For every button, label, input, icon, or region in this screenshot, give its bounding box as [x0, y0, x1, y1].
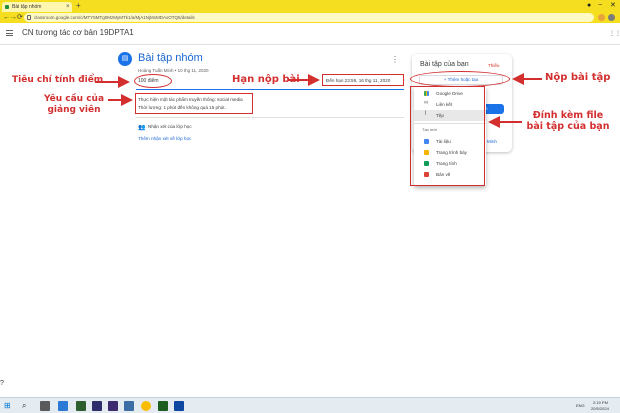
clock-date[interactable]: 20/5/2024 — [591, 406, 609, 411]
search-icon[interactable]: ⌕ — [22, 401, 32, 411]
app-icon[interactable] — [76, 401, 86, 411]
app-icon[interactable] — [158, 401, 168, 411]
annotation-line: giảng viên — [47, 105, 101, 115]
annotation-line: bài tập của bạn — [526, 121, 610, 132]
annotation-line: Yêu cầu của — [43, 94, 105, 104]
clock-time[interactable]: 2:19 PM — [593, 400, 608, 405]
chrome-icon[interactable] — [141, 401, 151, 411]
app-icon[interactable] — [174, 401, 184, 411]
file-explorer-icon[interactable] — [58, 401, 68, 411]
language-indicator[interactable]: ENG — [576, 403, 585, 408]
task-view-icon[interactable] — [40, 401, 50, 411]
annotation-arrows — [95, 73, 542, 128]
annotation-requirements: Yêu cầu của giảng viên — [40, 94, 108, 116]
annotation-deadline: Hạn nộp bài — [232, 74, 300, 85]
app-icon[interactable] — [124, 401, 134, 411]
windows-taskbar: ⊞ ⌕ ENG 2:19 PM 20/5/2024 — [0, 397, 620, 413]
help-icon[interactable]: ? — [0, 380, 4, 387]
annotation-line: Đính kèm file — [532, 110, 604, 121]
app-icon[interactable] — [92, 401, 102, 411]
annotation-criteria: Tiêu chí tính điểm — [12, 75, 104, 85]
annotation-submit: Nộp bài tập — [545, 72, 611, 83]
annotation-attach: Đính kèm file bài tập của bạn — [522, 110, 614, 132]
app-icon[interactable] — [108, 401, 118, 411]
windows-start-icon[interactable]: ⊞ — [4, 401, 14, 411]
